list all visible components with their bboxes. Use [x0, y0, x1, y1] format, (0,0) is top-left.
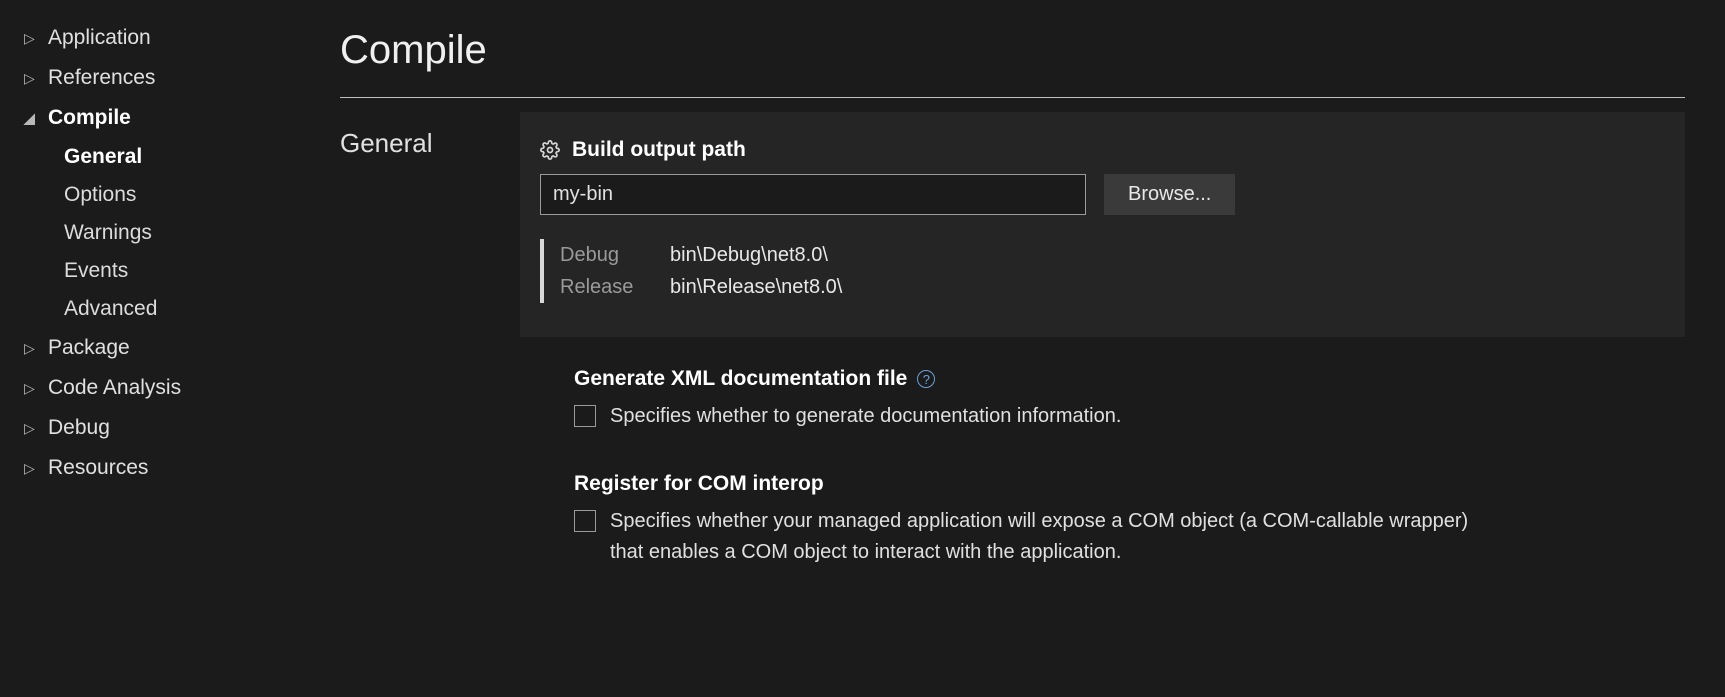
sidebar-label: Debug	[48, 416, 110, 440]
sidebar-item-references[interactable]: ▷ References	[24, 58, 310, 98]
chevron-down-icon: ◢	[24, 110, 38, 127]
sidebar-label: References	[48, 66, 155, 90]
sidebar-label: Events	[64, 259, 128, 283]
com-interop-desc: Specifies whether your managed applicati…	[610, 506, 1470, 568]
sidebar: ▷ Application ▷ References ◢ Compile Gen…	[0, 0, 310, 697]
xml-doc-desc: Specifies whether to generate documentat…	[610, 401, 1121, 432]
chevron-right-icon: ▷	[24, 420, 38, 437]
sidebar-label: Package	[48, 336, 130, 360]
sidebar-label: Options	[64, 183, 136, 207]
com-interop-label: Register for COM interop	[574, 472, 824, 496]
config-name: Debug	[560, 239, 670, 271]
config-path: bin\Debug\net8.0\	[670, 239, 828, 271]
build-output-panel: Build output path Browse... Debug bin\De…	[520, 112, 1685, 337]
gear-icon	[540, 140, 560, 160]
sidebar-item-application[interactable]: ▷ Application	[24, 18, 310, 58]
main-content: Compile General Build output path Browse…	[310, 0, 1725, 697]
chevron-right-icon: ▷	[24, 460, 38, 477]
sidebar-item-compile[interactable]: ◢ Compile	[24, 98, 310, 138]
sidebar-label: Warnings	[64, 221, 152, 245]
sidebar-label: Resources	[48, 456, 148, 480]
section-label: General	[340, 112, 520, 608]
xml-doc-checkbox[interactable]	[574, 405, 596, 427]
com-interop-checkbox[interactable]	[574, 510, 596, 532]
config-name: Release	[560, 271, 670, 303]
sidebar-item-code-analysis[interactable]: ▷ Code Analysis	[24, 368, 310, 408]
config-block: Debug bin\Debug\net8.0\ Release bin\Rele…	[540, 239, 1651, 303]
sidebar-label: Compile	[48, 106, 131, 130]
sidebar-item-advanced[interactable]: Advanced	[64, 290, 310, 328]
chevron-right-icon: ▷	[24, 340, 38, 357]
config-path: bin\Release\net8.0\	[670, 271, 842, 303]
chevron-right-icon: ▷	[24, 380, 38, 397]
build-output-label: Build output path	[572, 138, 746, 162]
sidebar-item-events[interactable]: Events	[64, 252, 310, 290]
chevron-right-icon: ▷	[24, 30, 38, 47]
sidebar-item-debug[interactable]: ▷ Debug	[24, 408, 310, 448]
chevron-right-icon: ▷	[24, 70, 38, 87]
divider	[340, 97, 1685, 98]
sidebar-item-package[interactable]: ▷ Package	[24, 328, 310, 368]
sidebar-label: Application	[48, 26, 151, 50]
com-interop-section: Register for COM interop Specifies wheth…	[520, 472, 1685, 568]
help-icon[interactable]: ?	[917, 370, 935, 388]
sidebar-item-resources[interactable]: ▷ Resources	[24, 448, 310, 488]
xml-doc-label: Generate XML documentation file	[574, 367, 907, 391]
sidebar-label: Advanced	[64, 297, 157, 321]
sidebar-item-options[interactable]: Options	[64, 176, 310, 214]
sidebar-sub-compile: General Options Warnings Events Advanced	[24, 138, 310, 328]
sidebar-label: Code Analysis	[48, 376, 181, 400]
sidebar-item-warnings[interactable]: Warnings	[64, 214, 310, 252]
browse-button[interactable]: Browse...	[1104, 174, 1235, 215]
build-output-input[interactable]	[540, 174, 1086, 215]
sidebar-label: General	[64, 145, 142, 169]
xml-doc-section: Generate XML documentation file ? Specif…	[520, 367, 1685, 432]
section-general: General Build output path Browse...	[340, 112, 1685, 608]
page-title: Compile	[340, 28, 1685, 73]
sidebar-item-general[interactable]: General	[64, 138, 310, 176]
